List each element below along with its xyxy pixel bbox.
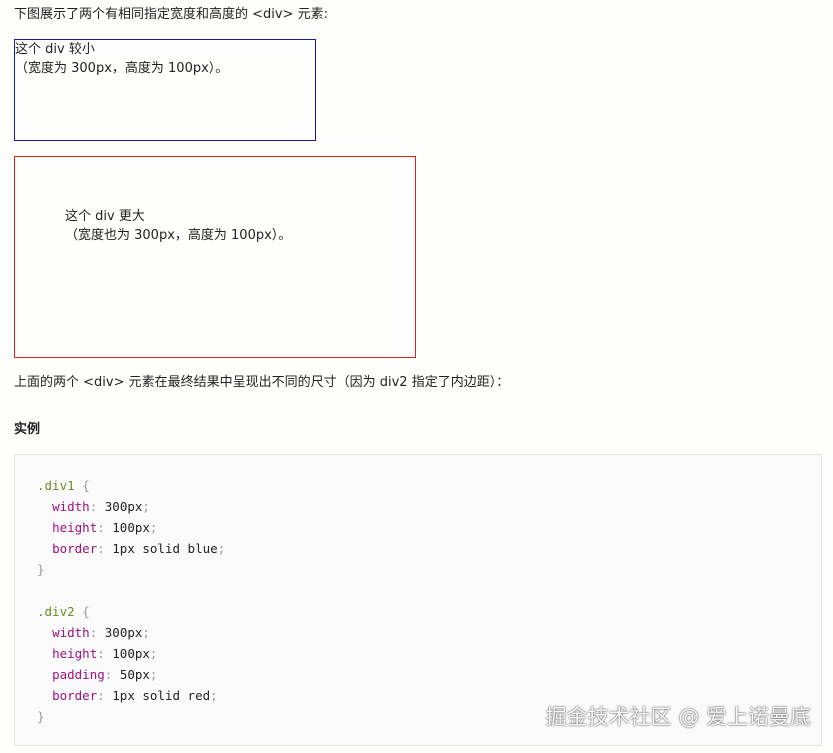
css-code: .div1 { width: 300px; height: 100px; bor…: [37, 475, 225, 727]
property-value: 50px: [119, 667, 150, 682]
property-value: 1px solid red: [112, 688, 211, 703]
property-value: 300px: [104, 625, 143, 640]
property-name: border: [52, 541, 98, 556]
property-name: height: [52, 646, 98, 661]
code-line: width: 300px;: [52, 625, 150, 640]
code-line: height: 100px;: [52, 646, 158, 661]
explanation-text: 上面的两个 <div> 元素在最终结果中呈现出不同的尺寸（因为 div2 指定了…: [14, 375, 510, 390]
code-line: border: 1px solid red;: [52, 688, 218, 703]
property-value: 300px: [104, 499, 143, 514]
selector-div2: .div2: [37, 604, 75, 619]
property-name: padding: [52, 667, 105, 682]
code-line: }: [37, 562, 45, 577]
code-line: width: 300px;: [52, 499, 150, 514]
code-line: .div1 {: [37, 478, 90, 493]
intro-text: 下图展示了两个有相同指定宽度和高度的 <div> 元素:: [14, 7, 328, 22]
example-heading: 实例: [14, 422, 41, 437]
code-line: padding: 50px;: [52, 667, 158, 682]
code-line: }: [37, 709, 45, 724]
property-name: border: [52, 688, 98, 703]
code-line: .div2 {: [37, 604, 90, 619]
div1-dimensions: （宽度为 300px，高度为 100px）。: [15, 61, 229, 76]
div2-dimensions: （宽度也为 300px，高度为 100px）。: [65, 228, 292, 243]
property-name: width: [52, 625, 90, 640]
property-name: width: [52, 499, 90, 514]
code-line: height: 100px;: [52, 520, 158, 535]
property-name: height: [52, 520, 98, 535]
watermark: 掘金技术社区 @ 爱上诺曼底: [545, 705, 811, 729]
code-line: border: 1px solid blue;: [52, 541, 226, 556]
property-value: 100px: [112, 646, 150, 661]
div1-label: 这个 div 较小: [15, 42, 95, 57]
property-value: 100px: [112, 520, 150, 535]
div2-label: 这个 div 更大: [65, 209, 145, 224]
selector-div1: .div1: [37, 478, 75, 493]
demo-box-div2: 这个 div 更大 （宽度也为 300px，高度为 100px）。: [14, 156, 416, 358]
property-value: 1px solid blue: [112, 541, 218, 556]
demo-box-div1: 这个 div 较小 （宽度为 300px，高度为 100px）。: [14, 39, 316, 141]
